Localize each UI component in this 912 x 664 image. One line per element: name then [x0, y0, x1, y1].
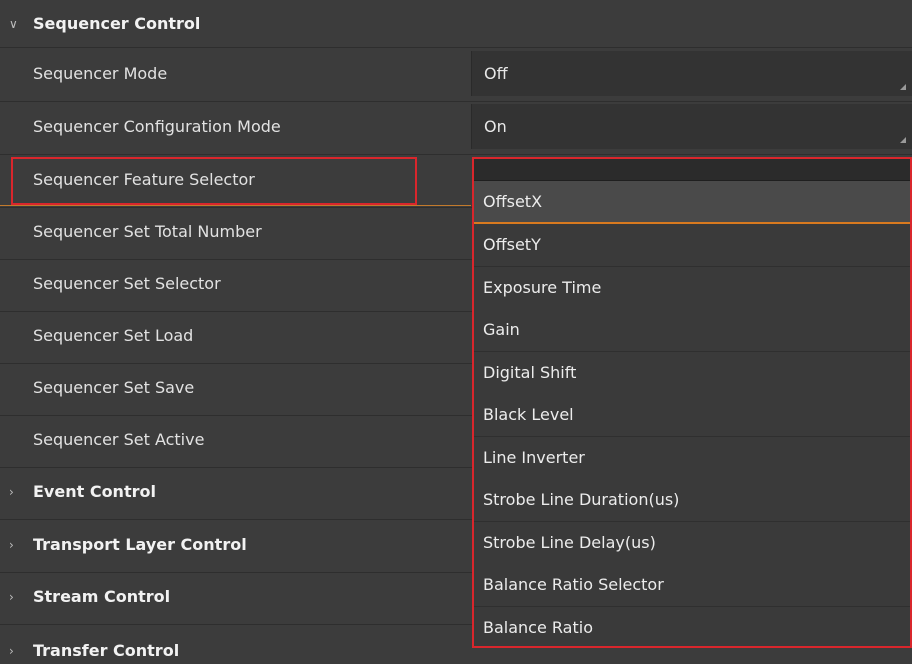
property-label: Sequencer Set Active [33, 430, 205, 449]
option-label: Strobe Line Duration(us) [483, 490, 680, 509]
sequencer-configuration-mode-select[interactable]: On [471, 104, 912, 149]
feature-selector-dropdown[interactable]: OffsetX OffsetY Exposure Time Gain Digit… [472, 157, 912, 648]
dropdown-header[interactable] [474, 159, 910, 181]
dropdown-option[interactable]: Balance Ratio Selector [474, 564, 910, 607]
resize-grip-icon [900, 84, 906, 90]
property-panel: ∨ Sequencer Control Sequencer Mode Off S… [0, 0, 912, 664]
option-label: Black Level [483, 405, 574, 424]
resize-grip-icon [900, 137, 906, 143]
chevron-right-icon[interactable]: › [9, 624, 14, 664]
sequencer-mode-select[interactable]: Off [471, 51, 912, 96]
property-label: Sequencer Configuration Mode [33, 117, 281, 136]
group-label: Transport Layer Control [33, 535, 247, 554]
group-label: Stream Control [33, 587, 171, 606]
dropdown-option[interactable]: Black Level [474, 394, 910, 437]
property-label: Sequencer Set Total Number [33, 222, 262, 241]
option-label: OffsetY [483, 235, 541, 254]
group-label: Transfer Control [33, 641, 180, 660]
property-row-sequencer-mode[interactable]: Sequencer Mode Off [0, 50, 912, 102]
group-sequencer-control[interactable]: ∨ Sequencer Control [0, 0, 912, 48]
chevron-right-icon[interactable]: › [9, 468, 14, 516]
option-label: Balance Ratio Selector [483, 575, 664, 594]
option-label: Digital Shift [483, 363, 577, 382]
option-label: Line Inverter [483, 448, 585, 467]
property-row-sequencer-configuration-mode[interactable]: Sequencer Configuration Mode On [0, 103, 912, 155]
option-label: Balance Ratio [483, 618, 593, 637]
group-label: Sequencer Control [33, 14, 201, 33]
dropdown-option[interactable]: Strobe Line Delay(us) [474, 522, 910, 565]
option-label: Strobe Line Delay(us) [483, 533, 656, 552]
dropdown-option[interactable]: OffsetY [474, 224, 910, 267]
property-label: Sequencer Mode [33, 64, 168, 83]
dropdown-option[interactable]: Gain [474, 309, 910, 352]
dropdown-option[interactable]: Digital Shift [474, 352, 910, 395]
property-label: Sequencer Set Selector [33, 274, 221, 293]
chevron-right-icon[interactable]: › [9, 573, 14, 621]
select-value: Off [484, 64, 508, 83]
dropdown-option[interactable]: OffsetX [474, 181, 910, 224]
selector-label-highlight [11, 157, 417, 205]
select-value: On [484, 117, 507, 136]
dropdown-option[interactable]: Line Inverter [474, 437, 910, 480]
property-label: Sequencer Set Load [33, 326, 194, 345]
option-label: Exposure Time [483, 278, 602, 297]
chevron-right-icon[interactable]: › [9, 521, 14, 569]
property-label: Sequencer Set Save [33, 378, 195, 397]
group-label: Event Control [33, 482, 156, 501]
option-label: Gain [483, 320, 520, 339]
option-label: OffsetX [483, 192, 543, 211]
active-row-indicator [0, 205, 471, 206]
dropdown-option[interactable]: Exposure Time [474, 267, 910, 310]
chevron-down-icon[interactable]: ∨ [9, 0, 18, 48]
dropdown-option[interactable]: Strobe Line Duration(us) [474, 479, 910, 522]
dropdown-option[interactable]: Balance Ratio [474, 607, 910, 646]
